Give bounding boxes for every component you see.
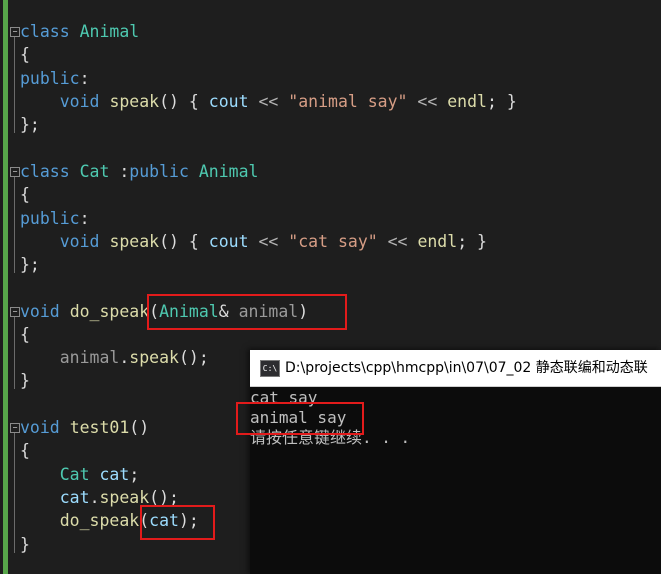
fold-toggle-icon[interactable]: − — [10, 167, 20, 177]
code-token: : — [79, 209, 90, 228]
code-token: public — [20, 69, 80, 88]
highlight-box-argument — [140, 505, 215, 540]
code-token: } — [20, 371, 30, 390]
code-token: do_speak — [69, 302, 150, 321]
code-token: . — [89, 488, 100, 507]
fold-toggle-icon[interactable]: − — [10, 423, 20, 433]
fold-outline-line — [14, 177, 15, 273]
code-token: { — [20, 441, 30, 460]
code-token: void — [59, 92, 100, 111]
code-token: void — [20, 302, 60, 321]
code-token: . — [119, 348, 130, 367]
fold-toggle-icon[interactable]: − — [10, 307, 20, 317]
code-line[interactable]: public: — [20, 67, 90, 90]
code-line[interactable]: animal.speak(); — [20, 346, 209, 369]
code-token: << — [407, 92, 448, 111]
code-token: Cat — [59, 465, 90, 484]
code-line[interactable]: } — [20, 369, 30, 392]
code-line[interactable]: { — [20, 43, 30, 66]
code-token: "animal say" — [288, 92, 408, 111]
console-app-icon: C:\ — [260, 360, 280, 377]
code-token: << — [377, 232, 418, 251]
code-token: cat — [59, 488, 90, 507]
code-line[interactable]: Cat cat; — [20, 463, 140, 486]
code-token: public — [20, 209, 80, 228]
code-token: }; — [20, 255, 40, 274]
code-line[interactable]: class Cat :public Animal — [20, 160, 258, 183]
fold-outline-line — [14, 37, 15, 133]
code-token: cout — [208, 92, 249, 111]
code-token: (); — [178, 348, 209, 367]
code-line[interactable]: }; — [20, 253, 40, 276]
console-title-bar[interactable]: C:\ D:\projects\cpp\hmcpp\in\07\07_02 静态… — [250, 350, 661, 387]
code-token: << — [248, 232, 289, 251]
code-line[interactable]: } — [20, 533, 30, 556]
code-token: test01 — [69, 418, 130, 437]
change-indicator-bar — [3, 0, 8, 574]
code-token: << — [248, 92, 289, 111]
code-line[interactable]: }; — [20, 113, 40, 136]
code-token: animal — [59, 348, 120, 367]
code-token: public — [129, 162, 189, 181]
fold-outline-line — [14, 317, 15, 389]
code-line[interactable]: class Animal — [20, 20, 139, 43]
console-title: D:\projects\cpp\hmcpp\in\07\07_02 静态联编和动… — [285, 360, 648, 376]
code-line[interactable]: public: — [20, 207, 90, 230]
code-token: { — [20, 325, 30, 344]
code-line[interactable]: { — [20, 439, 30, 462]
highlight-box-parameter — [147, 294, 347, 330]
code-line[interactable]: { — [20, 183, 30, 206]
code-token: ; } — [457, 232, 487, 251]
code-token: : — [109, 162, 130, 181]
code-token: void — [59, 232, 100, 251]
code-token: endl — [447, 92, 487, 111]
code-line[interactable]: { — [20, 323, 30, 346]
code-token: speak — [109, 232, 160, 251]
code-token: void — [20, 418, 60, 437]
fold-toggle-icon[interactable]: − — [10, 27, 20, 37]
code-token: }; — [20, 115, 40, 134]
code-token: : — [79, 69, 90, 88]
code-token: cout — [208, 232, 249, 251]
code-token: "cat say" — [288, 232, 378, 251]
code-line[interactable]: void test01() — [20, 416, 149, 439]
code-line[interactable]: void speak() { cout << "cat say" << endl… — [20, 230, 487, 253]
console-window[interactable]: C:\ D:\projects\cpp\hmcpp\in\07\07_02 静态… — [236, 350, 661, 574]
code-token: Animal — [79, 22, 140, 41]
code-token: speak — [109, 92, 160, 111]
code-token: endl — [417, 232, 458, 251]
code-token: () — [129, 418, 150, 437]
code-token: speak — [129, 348, 179, 367]
fold-outline-line — [14, 433, 15, 553]
highlight-box-output — [236, 402, 364, 435]
code-token: class — [20, 22, 70, 41]
code-token: Cat — [79, 162, 110, 181]
code-token: ; } — [487, 92, 517, 111]
code-token: () { — [159, 92, 209, 111]
code-token: () { — [159, 232, 209, 251]
code-token: { — [20, 45, 30, 64]
code-token: { — [20, 185, 30, 204]
code-token: cat — [99, 465, 130, 484]
code-token: do_speak — [59, 511, 140, 530]
code-token: Animal — [198, 162, 259, 181]
code-line[interactable]: void speak() { cout << "animal say" << e… — [20, 90, 517, 113]
code-token: ; — [129, 465, 140, 484]
code-token: class — [20, 162, 70, 181]
code-token: } — [20, 535, 30, 554]
